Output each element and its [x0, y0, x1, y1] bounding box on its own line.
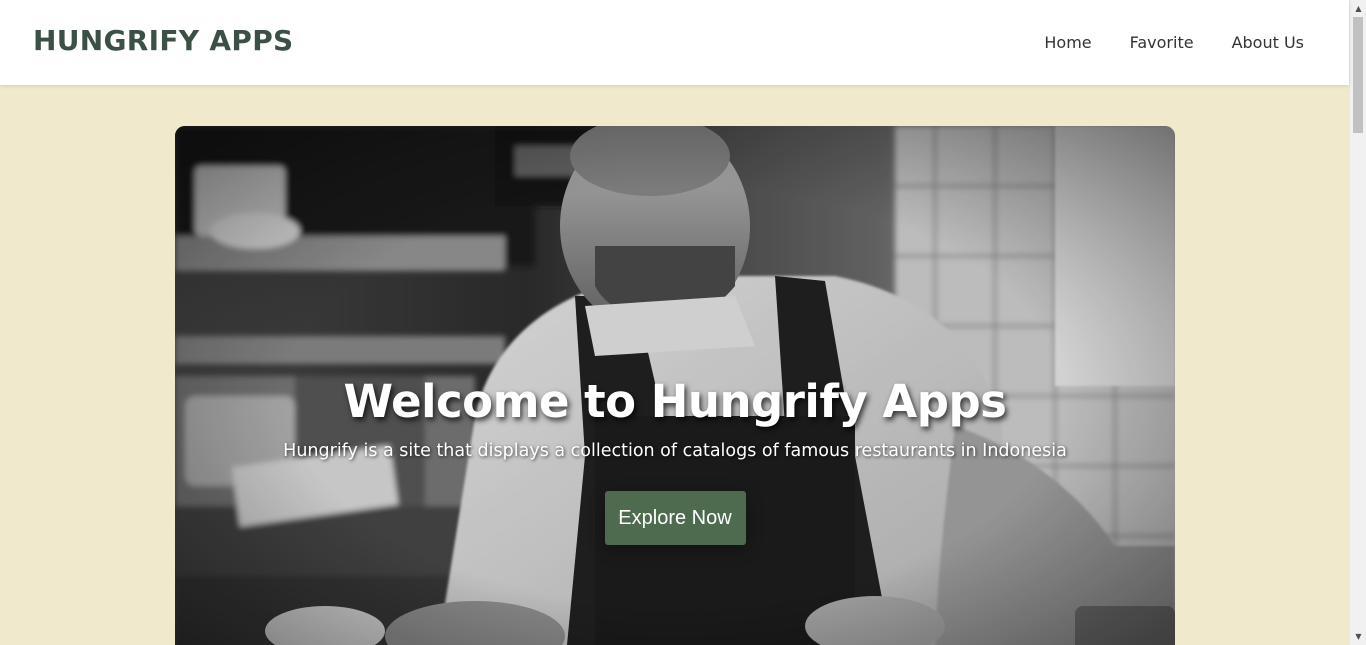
- hero-subtitle: Hungrify is a site that displays a colle…: [283, 441, 1067, 461]
- nav-link-home[interactable]: Home: [1044, 31, 1091, 54]
- nav-item-favorite: Favorite: [1130, 31, 1194, 54]
- nav-item-home: Home: [1044, 31, 1091, 54]
- scroll-up-arrow-icon[interactable]: ▲: [1350, 0, 1366, 17]
- page: HUNGRIFY APPS Home Favorite About Us Wel…: [0, 0, 1349, 645]
- hero-title: Welcome to Hungrify Apps: [343, 375, 1007, 428]
- nav-link-favorite[interactable]: Favorite: [1130, 31, 1194, 54]
- hero-content: Welcome to Hungrify Apps Hungrify is a s…: [175, 372, 1175, 545]
- nav-item-about-us: About Us: [1232, 31, 1304, 54]
- vertical-scrollbar[interactable]: ▲ ▼: [1349, 0, 1366, 645]
- site-logo[interactable]: HUNGRIFY APPS: [33, 24, 294, 57]
- site-header: HUNGRIFY APPS Home Favorite About Us: [0, 0, 1349, 85]
- explore-now-button[interactable]: Explore Now: [604, 491, 746, 545]
- hero-banner: Welcome to Hungrify Apps Hungrify is a s…: [175, 126, 1175, 645]
- nav-link-about-us[interactable]: About Us: [1232, 31, 1304, 54]
- main-nav: Home Favorite About Us: [1044, 31, 1304, 54]
- scrollbar-thumb[interactable]: [1353, 17, 1363, 133]
- scroll-down-arrow-icon[interactable]: ▼: [1350, 628, 1366, 645]
- browser-viewport: HUNGRIFY APPS Home Favorite About Us Wel…: [0, 0, 1366, 645]
